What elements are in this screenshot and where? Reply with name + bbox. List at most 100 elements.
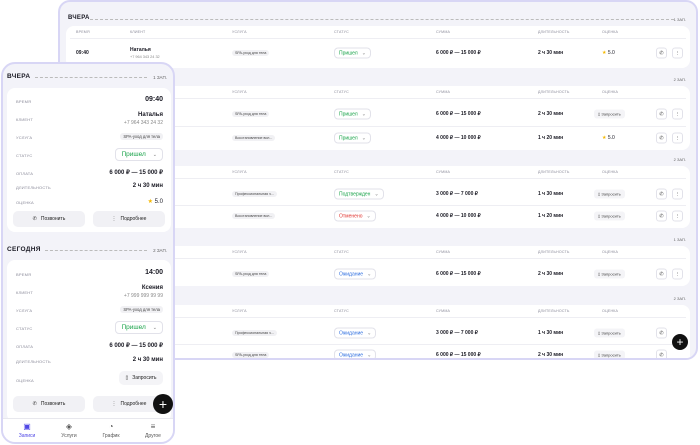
plus-icon: + [676,335,684,349]
request-label: Запросить [132,375,157,381]
chevron-down-icon: ⌄ [361,135,366,141]
col-header-amount: СУММА [436,309,451,313]
client-phone: +7 999 999 99 99 [123,293,163,299]
request-rating-button[interactable]: ▯ Запросить [594,269,625,279]
section-title: ВЧЕРА [7,73,31,80]
status-select[interactable]: Ожидание ⌄ [334,349,377,358]
star-icon: ★ [602,135,607,141]
divider [35,77,147,78]
request-rating-button[interactable]: ▯ Запросить [119,371,163,385]
label-status: СТАТУС [16,153,33,158]
section-yesterday-header: ВЧЕРА 1 ЗАП. [60,10,696,26]
more-vertical-icon: ⋮ [675,213,680,219]
duration-value: 2 ч 30 мин [132,357,163,363]
request-rating-button[interactable]: ▯ Запросить [594,211,625,221]
amount-cell: 6 000 ₽ — 15 000 ₽ [436,352,481,358]
tab-records[interactable]: ▣ Записи [7,422,47,439]
record-card[interactable]: ВРЕМЯ 14:00 КЛИЕНТ Ксения +7 999 999 99 … [7,260,171,422]
col-header-duration: ДЛИТЕЛЬНОСТЬ [538,170,570,174]
call-icon-button[interactable]: ✆ [656,188,667,200]
details-button[interactable]: ⋮ Подробнее [93,211,165,227]
tab-services[interactable]: ◈ Услуги [49,422,89,439]
section-title: ВЧЕРА [68,15,90,21]
status-select[interactable]: Пришел ⌄ [115,321,163,334]
status-label: Ожидание [339,271,364,277]
col-header-service: УСЛУГА [232,250,247,254]
client-phone: +7 964 343 24 32 [130,55,160,59]
request-rating-button[interactable]: ▯ Запросить [594,109,625,119]
more-icon-button[interactable]: ⋮ [672,47,683,59]
status-select[interactable]: Подтвержден ⌄ [334,188,384,200]
chevron-down-icon: ⌄ [361,50,366,56]
label-client: КЛИЕНТ [16,290,34,295]
col-header-duration: ДЛИТЕЛЬНОСТЬ [538,90,570,94]
more-vertical-icon: ⋮ [111,216,117,222]
tab-label: Записи [18,433,36,439]
request-label: Запросить [601,191,621,197]
tab-other[interactable]: ≡ Другое [133,422,173,439]
rating-value: 5.0 [607,135,615,141]
more-icon-button[interactable]: ⋮ [672,132,683,144]
status-select[interactable]: Пришел ⌄ [334,108,371,120]
request-label: Запросить [601,352,621,358]
request-rating-button[interactable]: ▯ Запросить [594,328,625,338]
add-record-button[interactable]: + [672,334,688,350]
col-header-status: СТАТУС [334,90,349,94]
col-header-amount: СУММА [436,90,451,94]
duration-cell: 2 ч 30 мин [538,352,564,358]
status-select[interactable]: Ожидание ⌄ [334,268,377,280]
col-header-duration: ДЛИТЕЛЬНОСТЬ [538,309,570,313]
status-label: Пришел [121,324,146,331]
call-icon-button[interactable]: ✆ [656,47,667,59]
more-icon-button[interactable]: ⋮ [672,188,683,200]
phone-icon: ✆ [659,330,664,336]
col-header-status: СТАТУС [334,309,349,313]
call-icon-button[interactable]: ✆ [656,132,667,144]
copy-icon: ▯ [598,213,601,219]
more-vertical-icon: ⋮ [675,191,680,197]
duration-cell: 1 ч 30 мин [538,191,564,197]
call-button[interactable]: ✆ Позвонить [13,211,85,227]
phone-icon: ✆ [32,401,37,407]
col-header-amount: СУММА [436,170,451,174]
request-rating-button[interactable]: ▯ Запросить [594,350,625,358]
status-select[interactable]: Пришел ⌄ [115,148,163,161]
copy-icon: ▯ [598,352,601,358]
more-icon-button[interactable]: ⋮ [672,268,683,280]
service-chip: Профессиональная ч... [232,191,277,197]
status-select[interactable]: Отменено ⌄ [334,210,376,222]
call-icon-button[interactable]: ✆ [656,349,667,358]
more-vertical-icon: ⋮ [675,50,680,56]
status-select[interactable]: Ожидание ⌄ [334,327,377,339]
service-chip: SPA-уход для тела [232,50,270,56]
phone-icon: ✆ [659,111,664,117]
call-icon-button[interactable]: ✆ [656,327,667,339]
call-icon-button[interactable]: ✆ [656,268,667,280]
call-icon-button[interactable]: ✆ [656,108,667,120]
col-header-duration: ДЛИТЕЛЬНОСТЬ [538,30,570,34]
status-select[interactable]: Пришел ⌄ [334,47,371,59]
record-count: 1 ЗАП. [673,17,686,22]
copy-icon: ▯ [598,191,601,197]
call-button[interactable]: ✆ Позвонить [13,396,85,412]
payment-value: 6 000 ₽ — 15 000 ₽ [109,343,163,349]
amount-cell: 3 000 ₽ — 7 000 ₽ [436,191,478,197]
status-select[interactable]: Пришел ⌄ [334,132,371,144]
time-cell: 09:40 [76,50,89,56]
amount-cell: 6 000 ₽ — 15 000 ₽ [436,111,481,117]
request-label: Запросить [601,330,621,336]
more-vertical-icon: ⋮ [675,111,680,117]
add-record-button[interactable]: + [153,394,173,414]
duration-cell: 2 ч 30 мин [538,50,564,56]
tab-schedule[interactable]: ◔ График [91,422,131,439]
table-row[interactable]: 09:40 Наталья +7 964 343 24 32 SPA-уход … [66,42,690,64]
phone-icon: ✆ [659,135,664,141]
request-rating-button[interactable]: ▯ Запросить [594,189,625,199]
amount-cell: 4 000 ₽ — 10 000 ₽ [436,135,481,141]
call-icon-button[interactable]: ✆ [656,210,667,222]
more-icon-button[interactable]: ⋮ [672,108,683,120]
more-icon-button[interactable]: ⋮ [672,210,683,222]
record-card[interactable]: ВРЕМЯ 09:40 КЛИЕНТ Наталья +7 964 343 24… [7,88,171,232]
amount-cell: 4 000 ₽ — 10 000 ₽ [436,213,481,219]
col-header-status: СТАТУС [334,170,349,174]
